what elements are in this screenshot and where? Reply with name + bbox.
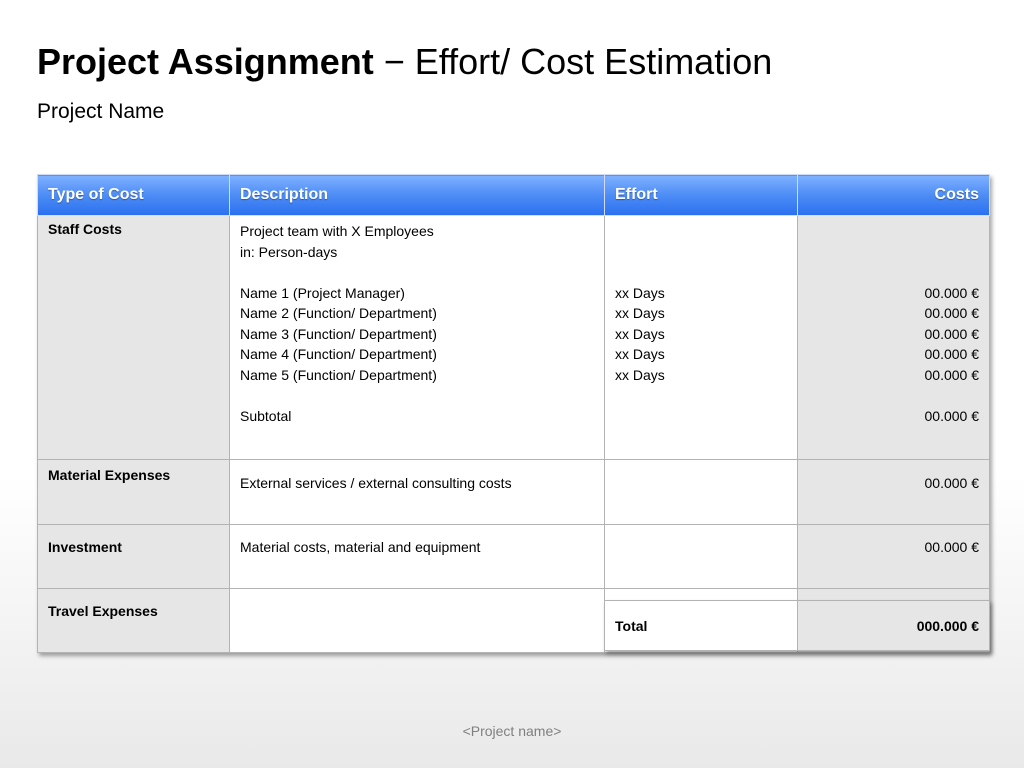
cost-table: Type of Cost Description Effort Costs St…: [37, 174, 990, 653]
effort-line: xx Days: [615, 346, 665, 362]
effort-line: xx Days: [615, 325, 665, 342]
title-bold: Project Assignment: [37, 41, 374, 82]
desc-line: Name 5 (Function/ Department): [240, 366, 437, 383]
effort-cell: [604, 524, 798, 589]
footer-project-name: <Project name>: [462, 723, 562, 739]
cost-cell: 00.000 €: [797, 524, 990, 589]
description-cell: Material costs, material and equipment: [229, 524, 605, 589]
cost-line: 00.000 €: [924, 305, 980, 321]
description-cell: [229, 588, 605, 653]
total-row: Total 000.000 €: [604, 600, 990, 651]
effort-line: xx Days: [615, 366, 665, 383]
effort-line: xx Days: [615, 305, 665, 321]
cost-cell: 00.000 € 00.000 € 00.000 € 00.000 € 00.0…: [797, 215, 990, 460]
page-title: Project Assignment − Effort/ Cost Estima…: [37, 40, 772, 84]
type-cell: Material Expenses: [37, 459, 230, 525]
type-cell: Staff Costs: [37, 215, 230, 460]
desc-line: Name 4 (Function/ Department): [240, 346, 437, 362]
total-label: Total: [604, 600, 798, 651]
header-row: Type of Cost Description Effort Costs: [37, 174, 990, 216]
header-costs: Costs: [797, 174, 990, 216]
desc-line: Name 2 (Function/ Department): [240, 305, 437, 321]
effort-line: xx Days: [615, 284, 665, 301]
subtotal-value: 00.000 €: [924, 407, 980, 424]
project-name-subtitle: Project Name: [37, 100, 165, 123]
type-cell: Travel Expenses: [37, 588, 230, 653]
effort-cell: xx Days xx Days xx Days xx Days xx Days: [604, 215, 798, 460]
title-rest: − Effort/ Cost Estimation: [373, 41, 773, 82]
cost-line: 00.000 €: [924, 346, 980, 362]
header-description: Description: [229, 174, 605, 216]
desc-line: Name 3 (Function/ Department): [240, 325, 437, 342]
table-row-material-expenses: Material Expenses External services / ex…: [37, 459, 990, 525]
total-value: 000.000 €: [797, 600, 990, 651]
header-type-of-cost: Type of Cost: [37, 174, 230, 216]
description-cell: External services / external consulting …: [229, 459, 605, 525]
cost-line: 00.000 €: [924, 366, 980, 383]
table-row-staff-costs: Staff Costs Project team with X Employee…: [37, 215, 990, 460]
subtotal-label: Subtotal: [240, 407, 292, 424]
desc-line: Name 1 (Project Manager): [240, 284, 405, 301]
type-cell: Investment: [37, 524, 230, 589]
cost-cell: 00.000 €: [797, 459, 990, 525]
cost-line: 00.000 €: [924, 284, 980, 301]
cost-line: 00.000 €: [924, 325, 980, 342]
total-table: Total 000.000 €: [604, 600, 990, 651]
header-effort: Effort: [604, 174, 798, 216]
desc-line: in: Person-days: [240, 243, 338, 260]
desc-line: Project team with X Employees: [240, 223, 434, 239]
description-cell: Project team with X Employees in: Person…: [229, 215, 605, 460]
effort-cell: [604, 459, 798, 525]
table-row-investment: Investment Material costs, material and …: [37, 524, 990, 589]
